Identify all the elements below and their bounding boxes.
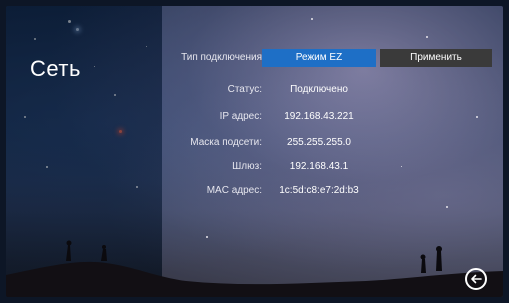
status-value: Подключено: [290, 84, 348, 95]
status-label: Статус:: [227, 84, 262, 95]
ground-silhouette: [6, 240, 503, 297]
ez-mode-button[interactable]: Режим EZ: [262, 49, 376, 67]
gateway-label: Шлюз:: [232, 161, 262, 172]
back-arrow-circle-icon: [471, 274, 482, 284]
mac-address-label: MAC адрес:: [206, 185, 262, 196]
subnet-mask-value: 255.255.255.0: [287, 137, 351, 148]
apply-button[interactable]: Применить: [380, 49, 492, 67]
ip-address-value: 192.168.43.221: [284, 111, 354, 122]
mac-address-value: 1c:5d:c8:e7:2d:b3: [279, 185, 359, 196]
page-title: Сеть: [30, 56, 81, 81]
ip-address-label: IP адрес:: [219, 111, 262, 122]
connection-type-label: Тип подключения: [181, 52, 262, 63]
subnet-mask-label: Маска подсети:: [190, 137, 262, 148]
back-button[interactable]: [465, 268, 487, 290]
gateway-value: 192.168.43.1: [289, 161, 349, 172]
